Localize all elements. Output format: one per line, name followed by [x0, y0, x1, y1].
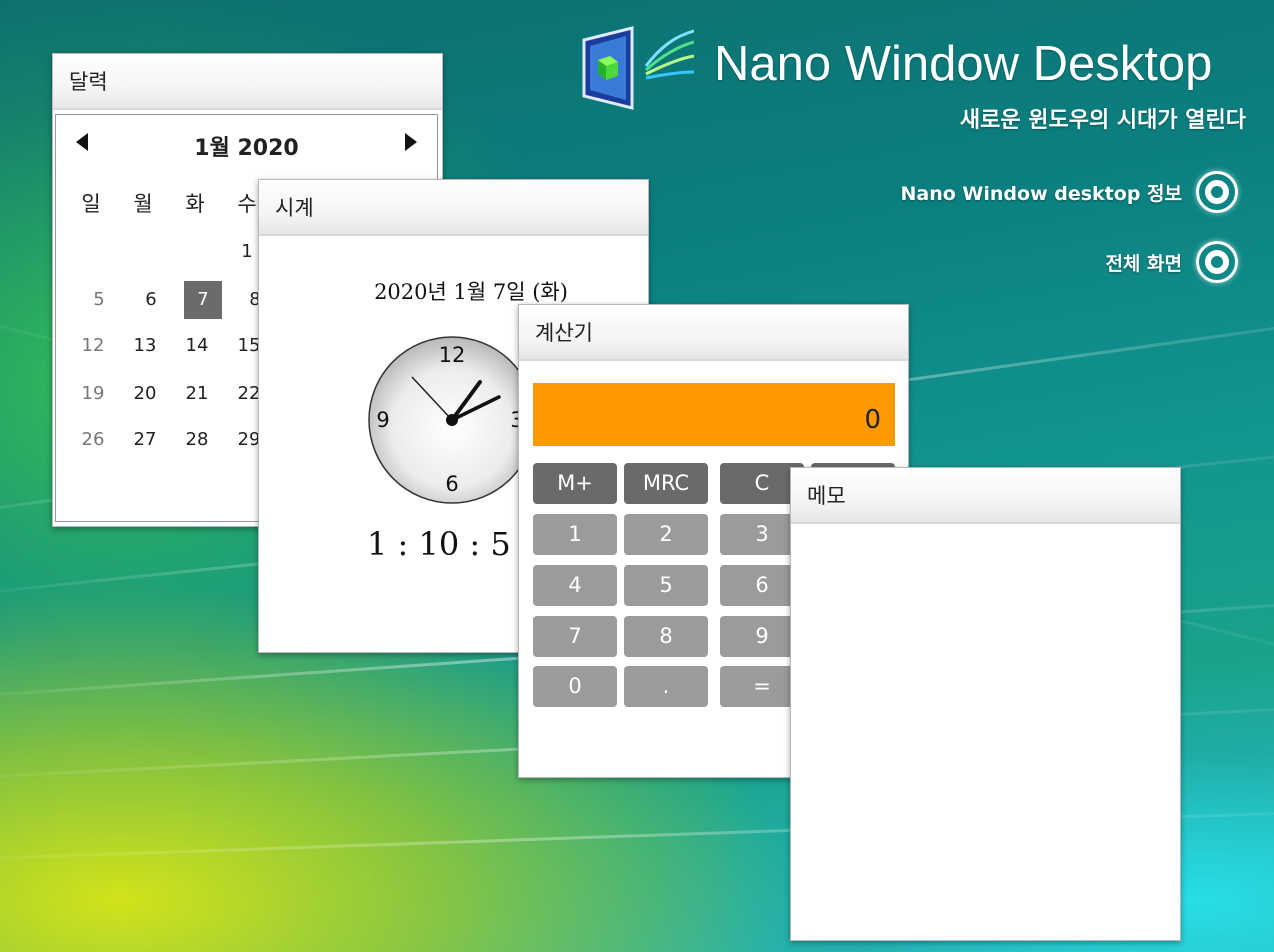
- digit-4-button[interactable]: 4: [533, 565, 617, 606]
- calendar-day[interactable]: 20: [126, 375, 164, 413]
- memory-recall-button[interactable]: MRC: [624, 463, 708, 504]
- calendar-titlebar[interactable]: 달력: [53, 54, 442, 110]
- memory-plus-button[interactable]: M+: [533, 463, 617, 504]
- calendar-day[interactable]: 12: [74, 327, 112, 365]
- calendar-day[interactable]: 13: [126, 327, 164, 365]
- digit-0-button[interactable]: 0: [533, 666, 617, 707]
- clock-numeral-6: 6: [445, 472, 458, 496]
- ring-button-icon[interactable]: [1196, 241, 1238, 283]
- calendar-day[interactable]: 19: [74, 375, 112, 413]
- next-month-icon[interactable]: [405, 133, 417, 151]
- clock-center-pin: [446, 414, 458, 426]
- desktop: Nano Window Desktop 새로운 윈도우의 시대가 열린다 Nan…: [0, 0, 1274, 952]
- digit-7-button[interactable]: 7: [533, 616, 617, 657]
- digit-5-button[interactable]: 5: [624, 565, 708, 606]
- digital-clock-time: 1 : 10 : 5: [367, 525, 511, 563]
- digit-2-button[interactable]: 2: [624, 514, 708, 555]
- weekday-header: 일: [81, 192, 101, 216]
- calendar-month-label: 1월 2020: [194, 136, 299, 161]
- analog-clock: 12 3 6 9: [368, 336, 536, 504]
- brand-title: Nano Window Desktop: [714, 37, 1213, 91]
- nano-window-logo-icon: [582, 26, 694, 110]
- decimal-point-button[interactable]: .: [624, 666, 708, 707]
- digit-8-button[interactable]: 8: [624, 616, 708, 657]
- calendar-day[interactable]: 26: [74, 421, 112, 459]
- menu-item-about[interactable]: Nano Window desktop 정보: [901, 166, 1238, 218]
- memo-titlebar[interactable]: 메모: [791, 468, 1180, 524]
- menu-item-fullscreen-label: 전체 화면: [1105, 252, 1182, 275]
- calendar-day[interactable]: 14: [178, 327, 216, 365]
- calculator-display: 0: [533, 383, 895, 446]
- weekday-header: 화: [185, 192, 205, 216]
- calculator-titlebar[interactable]: 계산기: [519, 305, 908, 361]
- weekday-header: 월: [133, 192, 153, 216]
- clock-date: 2020년 1월 7일 (화): [374, 280, 568, 304]
- menu-item-fullscreen[interactable]: 전체 화면: [1105, 236, 1238, 288]
- calendar-day[interactable]: 5: [80, 281, 118, 319]
- ring-button-icon[interactable]: [1196, 171, 1238, 213]
- calendar-day[interactable]: 6: [132, 281, 170, 319]
- memo-textarea[interactable]: [791, 524, 1180, 940]
- calendar-day[interactable]: 27: [126, 421, 164, 459]
- clock-numeral-9: 9: [376, 408, 389, 432]
- calendar-day-today[interactable]: 7: [184, 281, 222, 319]
- calendar-nav: 1월 2020: [56, 115, 437, 173]
- clock-titlebar[interactable]: 시계: [259, 180, 648, 236]
- menu-item-about-label: Nano Window desktop 정보: [900, 182, 1182, 205]
- brand-subtitle: 새로운 윈도우의 시대가 열린다: [959, 108, 1246, 133]
- clock-numeral-12: 12: [439, 343, 466, 367]
- calendar-day[interactable]: 28: [178, 421, 216, 459]
- digit-1-button[interactable]: 1: [533, 514, 617, 555]
- calendar-day[interactable]: 21: [178, 375, 216, 413]
- memo-window: 메모: [790, 467, 1181, 941]
